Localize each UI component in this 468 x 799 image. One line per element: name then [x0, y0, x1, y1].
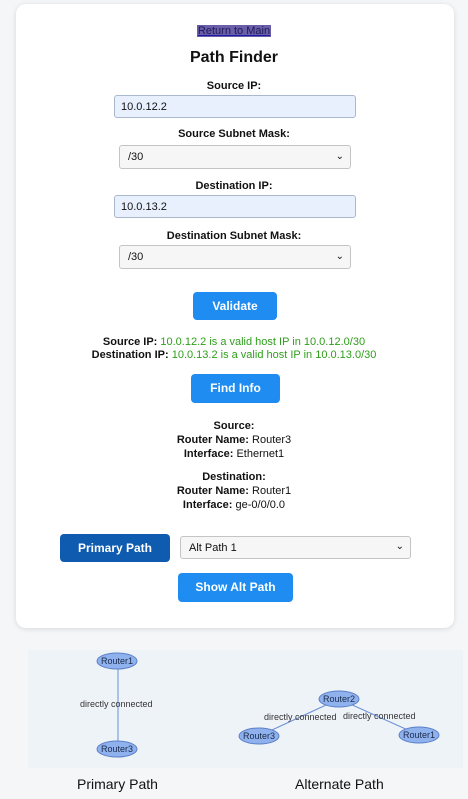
destination-validation-key: Destination IP: [91, 349, 169, 361]
primary-edge-label: directly connected [80, 699, 153, 709]
source-validation-key: Source IP: [102, 336, 158, 348]
alt-path-select[interactable]: Alt Path 1 ⌄ [180, 536, 411, 559]
destination-ip-label: Destination IP: [195, 180, 273, 192]
source-router-key: Router Name: [176, 434, 249, 446]
source-mask-select[interactable]: /30 ⌄ [119, 145, 351, 169]
alt-node-router2-label: Router2 [323, 694, 355, 704]
source-interface-value: Ethernet1 [236, 448, 285, 460]
alternate-path-caption: Alternate Path [295, 776, 384, 792]
destination-mask-value: /30 [128, 251, 144, 263]
destination-info-block: Destination: Router Name: Router1 Interf… [0, 470, 468, 512]
source-ip-input[interactable]: 10.0.12.2 [114, 95, 356, 118]
destination-router-value: Router1 [252, 485, 292, 497]
chevron-down-icon: ⌄ [395, 541, 404, 552]
destination-mask-select[interactable]: /30 ⌄ [119, 245, 351, 269]
path-graphs-svg: directly connected Router1 Router3 direc… [80, 652, 440, 758]
source-info-block: Source: Router Name: Router3 Interface: … [0, 419, 468, 461]
source-mask-label: Source Subnet Mask: [178, 128, 290, 140]
alt-edge-label-right: directly connected [343, 711, 416, 721]
path-graphs-panel: directly connected Router1 Router3 direc… [28, 650, 463, 768]
alt-node-router3-label: Router3 [243, 731, 275, 741]
primary-node-router3-label: Router3 [101, 744, 133, 754]
destination-mask-label: Destination Subnet Mask: [166, 230, 302, 242]
source-interface-key: Interface: [183, 448, 234, 460]
primary-path-button[interactable]: Primary Path [60, 534, 170, 562]
alt-path-value: Alt Path 1 [189, 542, 237, 554]
source-validation-text: 10.0.12.2 is a valid host IP in 10.0.12.… [160, 336, 366, 348]
source-router-value: Router3 [252, 434, 292, 446]
show-alt-path-button[interactable]: Show Alt Path [178, 573, 293, 602]
page-title: Path Finder [189, 49, 278, 66]
destination-interface-key: Interface: [182, 499, 233, 511]
destination-router-key: Router Name: [176, 485, 249, 497]
chevron-down-icon: ⌄ [335, 251, 344, 262]
chevron-down-icon: ⌄ [335, 151, 344, 162]
alt-edge-label-left: directly connected [264, 712, 337, 722]
destination-interface-value: ge-0/0/0.0 [235, 499, 286, 511]
return-to-main-link[interactable]: Return to Main [0, 25, 468, 37]
destination-validation-text: 10.0.13.2 is a valid host IP in 10.0.13.… [171, 349, 377, 361]
destination-ip-input[interactable]: 10.0.13.2 [114, 195, 356, 218]
find-info-button[interactable]: Find Info [191, 374, 280, 403]
source-ip-label: Source IP: [206, 80, 262, 92]
alt-node-router1-label: Router1 [403, 730, 435, 740]
primary-path-caption: Primary Path [77, 776, 158, 792]
primary-node-router1-label: Router1 [101, 656, 133, 666]
source-validation-message: Source IP: 10.0.12.2 is a valid host IP … [0, 336, 468, 348]
validate-button[interactable]: Validate [193, 292, 277, 320]
source-info-heading: Source: [213, 420, 255, 432]
destination-info-heading: Destination: [202, 471, 266, 483]
source-mask-value: /30 [128, 151, 144, 163]
destination-validation-message: Destination IP: 10.0.13.2 is a valid hos… [0, 349, 468, 361]
